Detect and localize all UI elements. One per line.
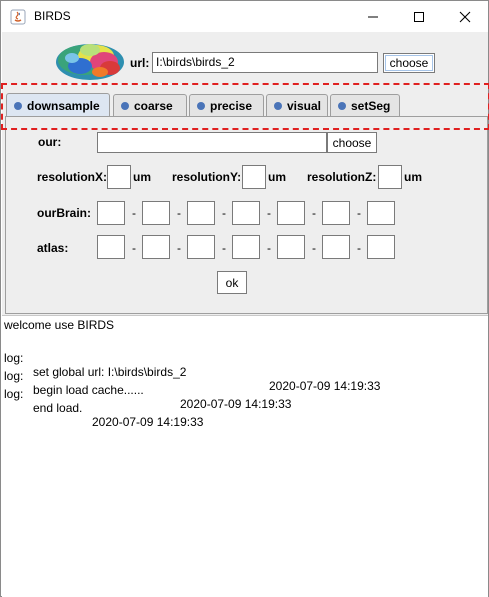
maximize-button[interactable] [396, 1, 442, 32]
tab-label: setSeg [351, 98, 391, 113]
tab-dot-icon [121, 101, 129, 110]
ourbrain-input-7[interactable] [367, 201, 395, 225]
ourbrain-input-1[interactable] [97, 201, 125, 225]
log-timestamp: 2020-07-09 14:19:33 [180, 397, 292, 411]
downsample-panel: our: choose resolutionX: um resolutionY:… [5, 116, 488, 314]
separator: - [267, 206, 271, 220]
resolution-z-label: resolutionZ: [307, 170, 377, 184]
minimize-button[interactable] [350, 1, 396, 32]
url-label: url: [130, 56, 150, 70]
log-welcome: welcome use BIRDS [4, 318, 115, 332]
tab-label: coarse [134, 98, 173, 113]
atlas-input-5[interactable] [277, 235, 305, 259]
atlas-input-3[interactable] [187, 235, 215, 259]
minimize-icon [368, 16, 378, 17]
resolution-x-unit: um [133, 170, 151, 184]
title-bar[interactable]: BIRDS [1, 1, 488, 32]
atlas-input-1[interactable] [97, 235, 125, 259]
atlas-label: atlas: [37, 241, 69, 255]
ourbrain-input-3[interactable] [187, 201, 215, 225]
tab-setseg[interactable]: setSeg [330, 94, 400, 116]
separator: - [132, 241, 136, 255]
main-content: url: I:\birds\birds_2 choose downsample … [2, 32, 488, 315]
url-choose-button[interactable]: choose [383, 53, 435, 73]
log-entry: log: begin load cache...... 2020-07-09 1… [4, 355, 484, 411]
our-input[interactable] [97, 132, 327, 153]
ourbrain-input-6[interactable] [322, 201, 350, 225]
tab-label: downsample [27, 98, 100, 113]
our-choose-button[interactable]: choose [327, 132, 377, 153]
separator: - [312, 241, 316, 255]
ourbrain-input-4[interactable] [232, 201, 260, 225]
tab-dot-icon [338, 101, 346, 110]
log-timestamp: 2020-07-09 14:19:33 [92, 415, 204, 429]
atlas-input-7[interactable] [367, 235, 395, 259]
tab-dot-icon [14, 101, 22, 110]
maximize-icon [414, 11, 424, 22]
separator: - [132, 206, 136, 220]
log-entry: log: end load. 2020-07-09 14:19:33 [4, 373, 484, 429]
log-entry: log: set global url: I:\birds\birds_2 20… [4, 337, 484, 393]
log-area[interactable]: welcome use BIRDS log: set global url: I… [2, 315, 488, 597]
resolution-z-input[interactable] [378, 165, 402, 189]
window-title: BIRDS [34, 9, 71, 23]
ourbrain-label: ourBrain: [37, 206, 91, 220]
tab-coarse[interactable]: coarse [113, 94, 187, 116]
app-window: BIRDS url: I:\birds\birds_2 choose downs… [0, 0, 489, 597]
ourbrain-input-2[interactable] [142, 201, 170, 225]
resolution-y-unit: um [268, 170, 286, 184]
ourbrain-input-5[interactable] [277, 201, 305, 225]
tab-visual[interactable]: visual [266, 94, 328, 116]
atlas-input-2[interactable] [142, 235, 170, 259]
brain-logo-icon [54, 38, 126, 82]
atlas-input-4[interactable] [232, 235, 260, 259]
resolution-x-label: resolutionX: [37, 170, 108, 184]
our-label: our: [38, 135, 62, 149]
separator: - [312, 206, 316, 220]
separator: - [177, 206, 181, 220]
resolution-y-label: resolutionY: [172, 170, 242, 184]
separator: - [222, 241, 226, 255]
log-message: end load. [33, 401, 83, 415]
resolution-x-input[interactable] [107, 165, 131, 189]
ok-button[interactable]: ok [217, 271, 247, 294]
tab-label: precise [210, 98, 253, 113]
tab-precise[interactable]: precise [189, 94, 264, 116]
tab-label: visual [287, 98, 322, 113]
url-input[interactable]: I:\birds\birds_2 [152, 52, 378, 73]
tab-dot-icon [197, 101, 205, 110]
close-icon [459, 11, 471, 22]
separator: - [267, 241, 271, 255]
close-button[interactable] [442, 1, 488, 32]
separator: - [177, 241, 181, 255]
atlas-input-6[interactable] [322, 235, 350, 259]
tab-downsample[interactable]: downsample [6, 93, 110, 117]
resolution-z-unit: um [404, 170, 422, 184]
separator: - [357, 241, 361, 255]
java-app-icon [10, 9, 26, 25]
tab-dot-icon [274, 101, 282, 110]
resolution-y-input[interactable] [242, 165, 266, 189]
separator: - [357, 206, 361, 220]
separator: - [222, 206, 226, 220]
log-tag: log: [4, 387, 24, 401]
